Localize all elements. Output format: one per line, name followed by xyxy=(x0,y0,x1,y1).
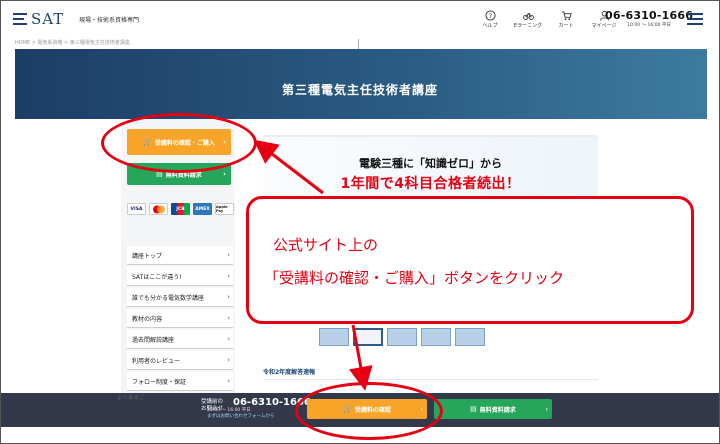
nav-help[interactable]: ? ヘルプ xyxy=(477,10,503,29)
footer-document-button[interactable]: ▤ 無料資料請求 › xyxy=(434,399,552,419)
sidebar-item-label: フォロー制度・保証 xyxy=(132,378,187,386)
header-phone[interactable]: 06-6310-1666 10:00 〜 16:00 平日 xyxy=(605,9,693,28)
page-title: 第三種電気主任技術者講座 xyxy=(281,83,438,97)
chevron-right-icon: › xyxy=(227,314,230,322)
phone-hours: 10:00 〜 16:00 平日 xyxy=(627,23,671,28)
sidebar-menu: 講座トップ › SATはここが違う! › 誰でも分かる電気数学講座 › 教材の内容 › … xyxy=(127,246,233,393)
jcb-logo: JCB xyxy=(171,203,190,215)
sidebar-item-label: 利用者のレビュー xyxy=(132,357,181,365)
cart-icon xyxy=(561,11,572,21)
chevron-right-icon: › xyxy=(227,335,230,343)
sidebar-item-label: 教材の内容 xyxy=(132,315,163,323)
chevron-right-icon: › xyxy=(227,272,230,280)
nav-help-label: ヘルプ xyxy=(482,23,498,29)
nav-cart-label: カート xyxy=(558,23,574,29)
nav-cart[interactable]: カート xyxy=(553,10,579,29)
highlight-ellipse-sidebar xyxy=(101,113,257,173)
chevron-right-icon: › xyxy=(227,293,230,301)
slider-thumbnails xyxy=(319,328,485,346)
header-nav: ? ヘルプ Eラーニング カート マイページ xyxy=(477,10,617,29)
sidebar-item-math-course[interactable]: 誰でも分かる電気数学講座 › xyxy=(127,288,233,307)
screenshot-frame: SAT 現場・技術系資格専門 ? ヘルプ Eラーニング カート マイページ 06… xyxy=(0,0,720,444)
sidebar-item-materials[interactable]: 教材の内容 › xyxy=(127,309,233,328)
footer-hours: 10:00 〜 16:00 平日 まずはお問い合わせフォームから xyxy=(207,408,274,420)
amex-logo: AMEX xyxy=(193,203,212,215)
sidebar-item-course-top[interactable]: 講座トップ › xyxy=(127,246,233,265)
apple-pay-logo: Apple Pay xyxy=(215,203,234,215)
phone-number: 06-6310-1666 xyxy=(605,9,694,22)
chevron-right-icon: › xyxy=(223,170,226,178)
highlight-ellipse-footer xyxy=(295,382,443,440)
site-logo[interactable]: SAT xyxy=(13,10,64,28)
chevron-right-icon: › xyxy=(227,356,230,364)
slider-thumbnail[interactable] xyxy=(421,328,451,346)
slider-thumbnail[interactable] xyxy=(387,328,417,346)
tagline: 現場・技術系資格専門 xyxy=(79,17,140,24)
sidebar-item-label: 過去問解説講座 xyxy=(132,336,175,344)
chevron-right-icon: › xyxy=(545,405,548,413)
slider-thumbnail-active[interactable] xyxy=(353,328,383,346)
logo-text: SAT xyxy=(31,10,65,28)
slider-thumbnail[interactable] xyxy=(319,328,349,346)
section-divider xyxy=(263,379,598,380)
mastercard-logo xyxy=(149,203,168,215)
sidebar-item-reviews[interactable]: 利用者のレビュー › xyxy=(127,351,233,370)
annotation-callout xyxy=(246,196,694,324)
nav-elearning-label: Eラーニング xyxy=(513,23,543,29)
annotation-line-2: 「受講料の確認・ご購入」ボタンをクリック xyxy=(264,269,565,287)
bike-icon xyxy=(522,12,534,20)
sidebar-item-follow-guarantee[interactable]: フォロー制度・保証 › xyxy=(127,372,233,391)
breadcrumb[interactable]: HOME > 電気系資格 > 第三種電気主任技術者講座 xyxy=(15,39,130,46)
footer-document-label: 無料資料請求 xyxy=(479,406,516,414)
inquiry-form-link[interactable]: まずはお問い合わせフォームから xyxy=(207,414,274,420)
site-header: SAT 現場・技術系資格専門 ? ヘルプ Eラーニング カート マイページ 06… xyxy=(1,1,719,37)
visa-logo: VISA xyxy=(127,203,146,215)
sidebar-item-label: SATはここが違う! xyxy=(132,273,182,281)
sidebar-item-difference[interactable]: SATはここが違う! › xyxy=(127,267,233,286)
nav-elearning[interactable]: Eラーニング xyxy=(513,10,543,29)
payment-methods: VISA JCB AMEX Apple Pay xyxy=(127,203,234,215)
chevron-right-icon: › xyxy=(227,377,230,385)
svg-text:?: ? xyxy=(488,12,491,20)
chevron-right-icon: › xyxy=(227,251,230,259)
hamburger-menu-icon[interactable] xyxy=(687,13,703,25)
faq-text: よくあるご xyxy=(117,395,145,401)
section-title[interactable]: 令和2年度解答速報 xyxy=(263,367,315,376)
promo-subheadline: 1年間で4科目合格者続出！ xyxy=(340,176,521,192)
promo-headline: 電験三種に「知識ゼロ」から xyxy=(359,157,502,170)
promo-banner[interactable]: 電験三種に「知識ゼロ」から 1年間で4科目合格者続出！ xyxy=(263,135,598,203)
help-icon: ? xyxy=(484,10,496,21)
logo-mark-icon xyxy=(13,13,27,25)
sidebar-item-past-exams[interactable]: 過去問解説講座 › xyxy=(127,330,233,349)
document-icon: ▤ xyxy=(470,405,477,413)
annotation-line-1: 公式サイト上の xyxy=(273,236,379,254)
sidebar-item-label: 誰でも分かる電気数学講座 xyxy=(132,294,205,302)
sidebar-item-label: 講座トップ xyxy=(132,252,163,260)
slider-thumbnail[interactable] xyxy=(455,328,485,346)
